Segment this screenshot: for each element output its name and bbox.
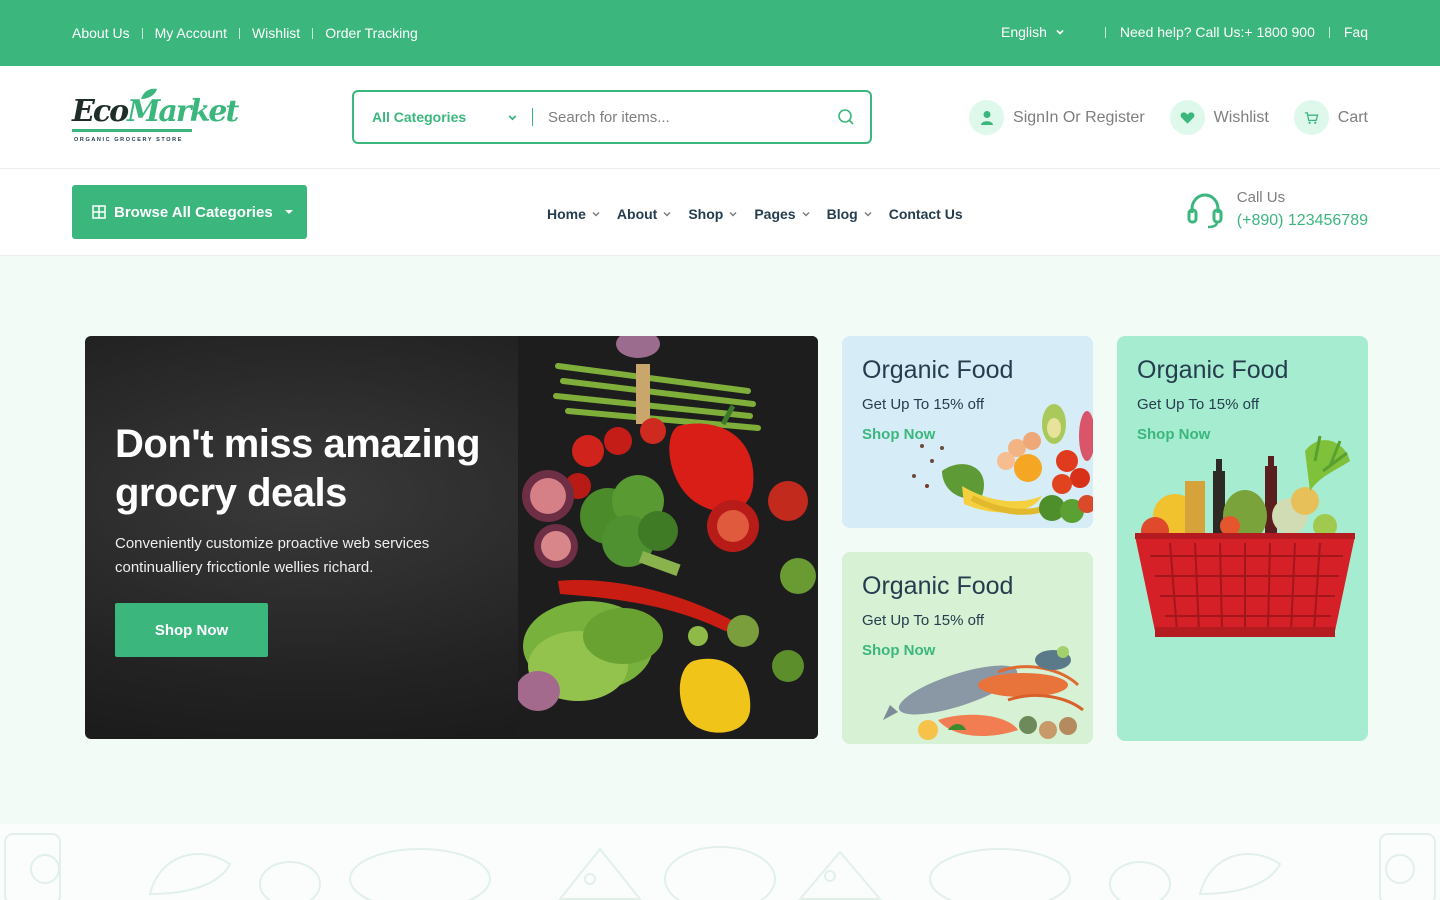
- chevron-down-icon: [592, 211, 600, 217]
- top-links: About Us My Account Wishlist Order Track…: [72, 25, 418, 41]
- search-bar: All Categories: [352, 90, 872, 144]
- divider: [1328, 26, 1330, 38]
- chevron-down-icon: [663, 211, 671, 217]
- chevron-down-icon: [1056, 29, 1064, 35]
- hero-description: Conveniently customize proactive web ser…: [115, 535, 430, 576]
- nav-blog-label: Blog: [826, 206, 858, 222]
- faq-link[interactable]: Faq: [1344, 24, 1368, 40]
- logo[interactable]: EcoMarket ORGANIC GROCERY STORE: [72, 88, 239, 146]
- signin-label: SignIn Or Register: [1013, 108, 1145, 126]
- nav-shop[interactable]: Shop: [688, 206, 738, 222]
- nav-home[interactable]: Home: [547, 206, 601, 222]
- promo-subtitle: Get Up To 15% off: [1137, 396, 1260, 413]
- heart-icon: [1180, 111, 1195, 124]
- food-doodle-pattern: [4, 833, 1436, 900]
- my-account-link[interactable]: My Account: [155, 25, 227, 41]
- header-actions: SignIn Or Register Wishlist Cart: [944, 100, 1368, 135]
- nav-home-label: Home: [547, 206, 586, 222]
- promo-subtitle: Get Up To 15% off: [862, 612, 985, 629]
- decorative-pattern-band: [0, 824, 1440, 900]
- chevron-down-icon: [729, 211, 737, 217]
- nav-about[interactable]: About: [617, 206, 672, 222]
- help-text: Need help? Call Us:+ 1800 900: [1119, 24, 1315, 40]
- chevron-down-icon: [508, 114, 517, 120]
- call-us[interactable]: Call Us (+890) 123456789: [1186, 189, 1368, 230]
- promo-card-fruits[interactable]: Organic Food Get Up To 15% off Shop Now: [842, 336, 1093, 528]
- main-menu: Home About Shop Pages Blog Contact Us: [547, 206, 979, 222]
- category-label: All Categories: [372, 109, 467, 125]
- browse-label: Browse All Categories: [114, 203, 273, 221]
- hero-title: Don't miss amazing grocry deals: [115, 422, 481, 515]
- divider: [1104, 26, 1106, 38]
- language-label: English: [1000, 24, 1047, 40]
- top-bar: About Us My Account Wishlist Order Track…: [0, 0, 1440, 66]
- call-us-number: (+890) 123456789: [1236, 212, 1368, 229]
- cart-label: Cart: [1337, 108, 1368, 126]
- hero-shop-now-button[interactable]: Shop Now: [115, 603, 268, 657]
- nav-blog[interactable]: Blog: [827, 206, 873, 222]
- divider: [312, 27, 314, 39]
- nav-contact[interactable]: Contact Us: [889, 206, 963, 222]
- wishlist-label: Wishlist: [1213, 108, 1269, 126]
- promo-shop-now-link[interactable]: Shop Now: [862, 426, 935, 443]
- nav-pages-label: Pages: [754, 206, 796, 222]
- chevron-down-icon: [864, 211, 872, 217]
- promo-shop-now-link[interactable]: Shop Now: [1137, 426, 1210, 443]
- about-us-link[interactable]: About Us: [72, 25, 130, 41]
- category-select[interactable]: All Categories: [354, 109, 532, 125]
- divider: [141, 27, 143, 39]
- cart-icon: [1304, 111, 1319, 124]
- logo-eco: Eco: [72, 94, 129, 129]
- promo-card-basket[interactable]: Organic Food Get Up To 15% off Shop Now: [1117, 336, 1368, 741]
- nav-shop-label: Shop: [688, 206, 724, 222]
- grid-icon: [92, 205, 106, 219]
- promo-shop-now-link[interactable]: Shop Now: [862, 642, 935, 659]
- search-icon[interactable]: [836, 107, 856, 127]
- hero-banner: Don't miss amazing grocry deals Convenie…: [85, 336, 818, 739]
- nav-contact-label: Contact Us: [888, 206, 963, 222]
- leaf-icon: [141, 88, 157, 99]
- top-right: English Need help? Call Us:+ 1800 900 Fa…: [1001, 24, 1368, 40]
- nav-pages[interactable]: Pages: [754, 206, 810, 222]
- logo-tagline: ORGANIC GROCERY STORE: [74, 137, 183, 143]
- chevron-down-icon: [802, 211, 810, 217]
- user-icon: [980, 110, 993, 125]
- order-tracking-link[interactable]: Order Tracking: [325, 25, 418, 41]
- grocery-basket-image: [1135, 435, 1355, 637]
- headset-icon: [1187, 192, 1223, 228]
- signin-button[interactable]: SignIn Or Register: [969, 100, 1145, 135]
- wishlist-button[interactable]: Wishlist: [1169, 100, 1269, 135]
- nav-about-label: About: [616, 206, 658, 222]
- navigation-bar: Browse All Categories Home About Shop Pa…: [0, 169, 1440, 256]
- promo-title: Organic Food: [862, 356, 1014, 384]
- search-input[interactable]: [533, 108, 836, 126]
- header: EcoMarket ORGANIC GROCERY STORE All Cate…: [0, 66, 1440, 169]
- caret-down-icon: [284, 210, 293, 214]
- cart-button[interactable]: Cart: [1293, 100, 1368, 135]
- promo-subtitle: Get Up To 15% off: [862, 396, 985, 413]
- call-us-label: Call Us: [1236, 189, 1286, 206]
- promo-title: Organic Food: [862, 572, 1014, 600]
- promo-card-seafood[interactable]: Organic Food Get Up To 15% off Shop Now: [842, 552, 1093, 744]
- promo-title: Organic Food: [1137, 356, 1289, 384]
- wishlist-link[interactable]: Wishlist: [252, 25, 300, 41]
- language-selector[interactable]: English: [1001, 24, 1065, 40]
- browse-categories-button[interactable]: Browse All Categories: [72, 185, 307, 239]
- vegetables-image: [518, 336, 818, 739]
- divider: [238, 27, 240, 39]
